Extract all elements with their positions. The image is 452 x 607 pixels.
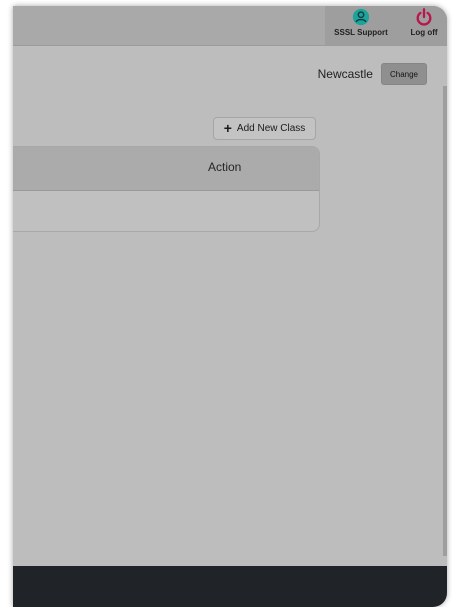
- footer-bar: [13, 566, 447, 607]
- top-actions: SSSL Support Log off: [325, 6, 447, 45]
- user-circle-icon: [352, 8, 370, 26]
- location-selector: Newcastle Change: [317, 63, 427, 85]
- power-icon: [416, 8, 432, 26]
- app-frame: SSSL Support Log off Newcastle Change + …: [13, 6, 447, 607]
- location-name: Newcastle: [317, 67, 373, 81]
- sssl-support-button[interactable]: SSSL Support: [333, 8, 389, 37]
- table-row: [13, 191, 319, 231]
- column-header-action: Action: [208, 160, 242, 174]
- log-off-button[interactable]: Log off: [405, 8, 443, 37]
- add-new-class-button[interactable]: + Add New Class: [213, 117, 316, 140]
- sssl-support-label: SSSL Support: [334, 28, 388, 37]
- top-bar: SSSL Support Log off: [13, 6, 447, 46]
- log-off-label: Log off: [410, 28, 438, 37]
- add-new-class-label: Add New Class: [236, 123, 306, 134]
- scrollbar[interactable]: [443, 86, 447, 556]
- change-location-button[interactable]: Change: [380, 63, 427, 85]
- plus-icon: +: [223, 120, 232, 136]
- classes-table: Action: [13, 146, 320, 232]
- table-header: Action: [13, 147, 319, 191]
